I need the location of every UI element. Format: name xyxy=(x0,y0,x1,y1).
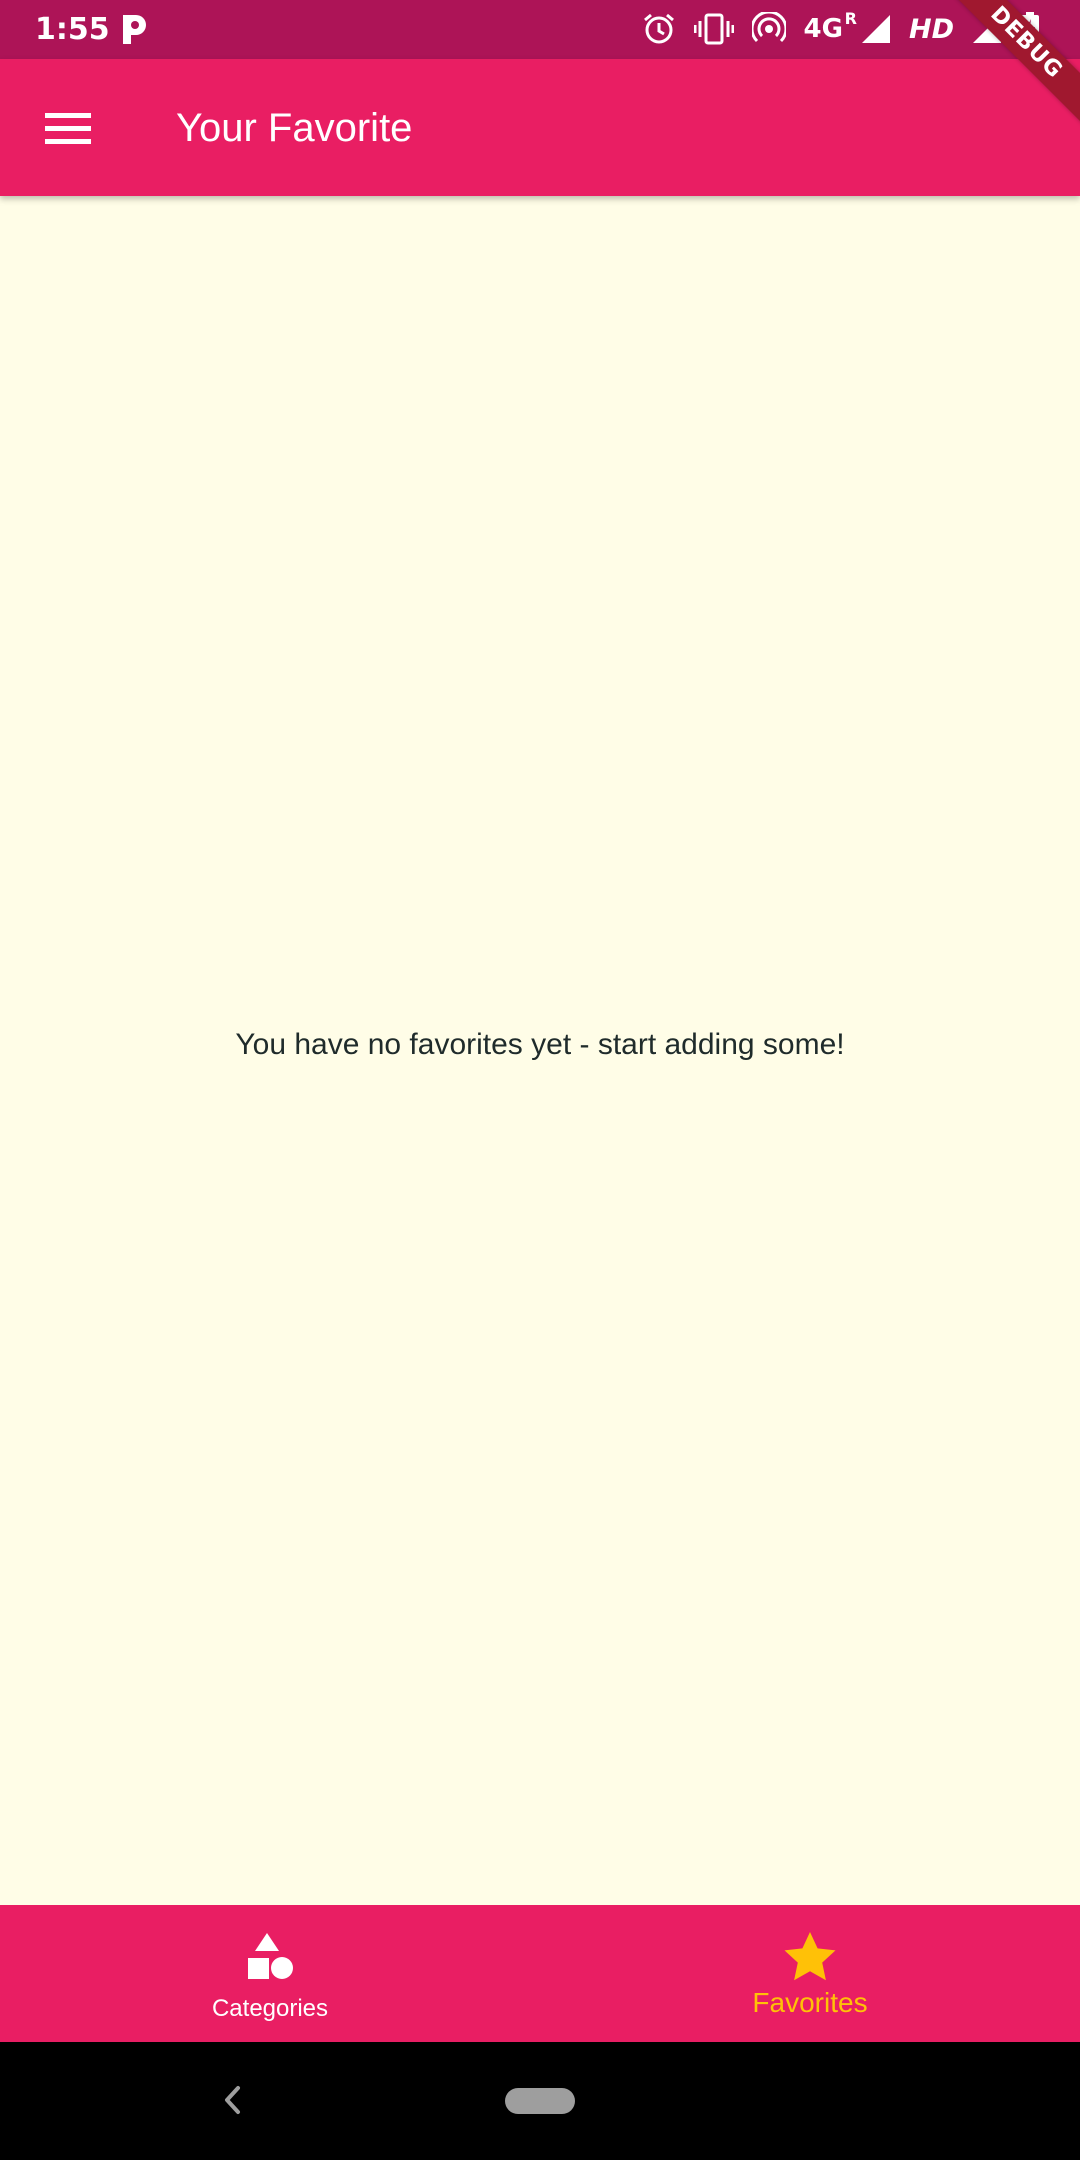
system-navigation-bar xyxy=(0,2042,1080,2160)
home-pill-button[interactable] xyxy=(505,2088,575,2114)
vibrate-icon xyxy=(693,12,734,46)
signal-icon xyxy=(861,14,891,44)
p-app-icon xyxy=(118,12,150,46)
favorites-body: You have no favorites yet - start adding… xyxy=(0,196,1080,1905)
app-bar: Your Favorite xyxy=(0,59,1080,196)
back-icon[interactable] xyxy=(218,2080,248,2120)
empty-state-message: You have no favorites yet - start adding… xyxy=(235,1028,845,1061)
category-shapes-icon xyxy=(243,1931,297,1988)
status-bar: 1:55 4G R HD xyxy=(0,0,1080,59)
nav-item-categories[interactable]: Categories xyxy=(0,1905,540,2042)
nav-label-categories: Categories xyxy=(211,1995,329,2022)
alarm-icon xyxy=(642,12,676,46)
network-label: 4G xyxy=(803,14,843,44)
roaming-label: R xyxy=(844,9,857,28)
status-time: 1:55 xyxy=(35,12,110,47)
hd-label: HD xyxy=(908,13,954,45)
app-screen: 1:55 4G R HD DEBUG Your Favorite You hav… xyxy=(0,0,1080,2160)
network-type: 4G R xyxy=(803,9,857,44)
star-icon xyxy=(784,1931,836,1986)
nav-item-favorites[interactable]: Favorites xyxy=(540,1905,1080,2042)
menu-button[interactable] xyxy=(24,89,112,167)
page-title: Your Favorite xyxy=(176,106,413,150)
bottom-navigation: Categories Favorites xyxy=(0,1905,1080,2042)
nav-label-favorites: Favorites xyxy=(752,1987,868,2018)
hotspot-icon xyxy=(751,12,786,46)
hamburger-menu-icon xyxy=(45,113,91,144)
